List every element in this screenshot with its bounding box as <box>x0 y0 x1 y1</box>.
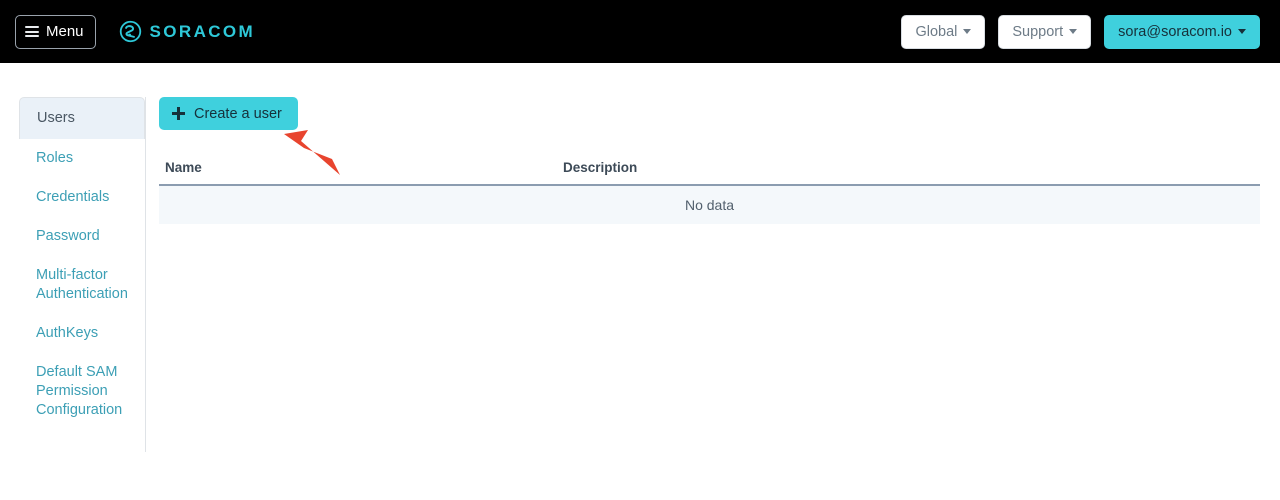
sidebar-item-label: Multi-factor Authentication <box>36 267 128 302</box>
create-a-user-label: Create a user <box>194 105 282 122</box>
region-selector-label: Global <box>915 23 958 40</box>
support-menu-button[interactable]: Support <box>998 14 1092 49</box>
support-menu-label: Support <box>1012 23 1064 40</box>
sidebar-item-roles[interactable]: Roles <box>19 139 145 178</box>
sidebar-item-label: Users <box>37 110 75 126</box>
sidebar-item-credentials[interactable]: Credentials <box>19 178 145 217</box>
chevron-down-icon <box>1069 29 1078 34</box>
hamburger-icon <box>25 26 39 37</box>
account-menu-label: sora@soracom.io <box>1118 23 1232 40</box>
chevron-down-icon <box>1238 29 1246 34</box>
table-header-row: Name Description <box>159 160 1260 186</box>
sidebar-nav: Users Roles Credentials Password Multi-f… <box>19 97 145 430</box>
menu-button[interactable]: Menu <box>15 14 96 49</box>
users-table-body: No data <box>159 185 1260 224</box>
column-header-description[interactable]: Description <box>557 160 1260 186</box>
sidebar-item-users[interactable]: Users <box>19 97 145 139</box>
sidebar-item-label: Default SAM Permission Configuration <box>36 364 123 418</box>
top-header-bar: Menu SORACOM Global Support sora@soracom… <box>0 0 1280 63</box>
plus-icon <box>172 107 185 120</box>
column-header-name[interactable]: Name <box>159 160 557 186</box>
menu-button-label: Menu <box>46 23 84 40</box>
main-content: Create a user Name Description No data <box>159 97 1260 224</box>
sidebar-item-label: Roles <box>36 150 74 166</box>
sidebar-item-multi-factor-authentication[interactable]: Multi-factor Authentication <box>19 256 145 314</box>
sidebar-item-authkeys[interactable]: AuthKeys <box>19 314 145 353</box>
brand-logo-link[interactable]: SORACOM <box>119 20 256 43</box>
sidebar-item-label: Password <box>36 228 100 244</box>
sidebar-item-default-sam-permission-configuration[interactable]: Default SAM Permission Configuration <box>19 353 145 430</box>
soracom-logo-icon <box>119 20 142 43</box>
sidebar-divider <box>145 97 146 452</box>
account-menu-button[interactable]: sora@soracom.io <box>1104 14 1260 49</box>
table-empty-row: No data <box>159 185 1260 224</box>
empty-state-message: No data <box>159 185 1260 224</box>
create-a-user-button[interactable]: Create a user <box>159 97 298 130</box>
sidebar-item-label: Credentials <box>36 189 110 205</box>
users-table: Name Description No data <box>159 160 1260 224</box>
brand-wordmark: SORACOM <box>149 21 256 41</box>
users-table-header: Name Description <box>159 160 1260 186</box>
header-actions: Global Support sora@soracom.io <box>901 14 1260 49</box>
sidebar-item-password[interactable]: Password <box>19 217 145 256</box>
sidebar-item-label: AuthKeys <box>36 325 99 341</box>
chevron-down-icon <box>963 29 972 34</box>
region-selector-button[interactable]: Global <box>901 14 986 49</box>
